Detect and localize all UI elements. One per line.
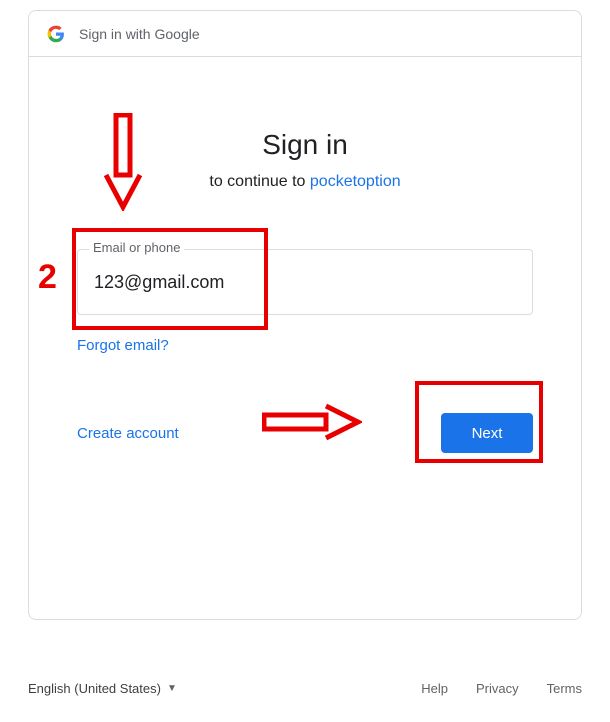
page-title: Sign in bbox=[77, 129, 533, 161]
card-header: Sign in with Google bbox=[29, 11, 581, 57]
email-input[interactable] bbox=[77, 249, 533, 315]
google-logo-icon bbox=[47, 25, 65, 43]
actions-row: Create account Next bbox=[77, 413, 533, 453]
create-account-link[interactable]: Create account bbox=[77, 425, 179, 442]
signin-card: Sign in with Google Sign in to continue … bbox=[28, 10, 582, 620]
privacy-link[interactable]: Privacy bbox=[476, 681, 519, 696]
terms-link[interactable]: Terms bbox=[547, 681, 582, 696]
chevron-down-icon: ▼ bbox=[167, 683, 177, 694]
subheading-prefix: to continue to bbox=[209, 173, 310, 190]
language-selector[interactable]: English (United States) ▼ bbox=[28, 681, 177, 696]
footer-links: Help Privacy Terms bbox=[421, 681, 582, 696]
card-body: Sign in to continue to pocketoption Emai… bbox=[29, 57, 581, 453]
next-button[interactable]: Next bbox=[441, 413, 533, 453]
subheading-app-link[interactable]: pocketoption bbox=[310, 173, 401, 190]
email-field-wrap: Email or phone bbox=[77, 249, 533, 315]
subheading: to continue to pocketoption bbox=[77, 173, 533, 191]
language-label: English (United States) bbox=[28, 681, 161, 696]
header-title: Sign in with Google bbox=[79, 26, 200, 42]
footer: English (United States) ▼ Help Privacy T… bbox=[28, 681, 582, 696]
forgot-email-link[interactable]: Forgot email? bbox=[77, 337, 169, 354]
help-link[interactable]: Help bbox=[421, 681, 448, 696]
email-label: Email or phone bbox=[89, 240, 184, 255]
